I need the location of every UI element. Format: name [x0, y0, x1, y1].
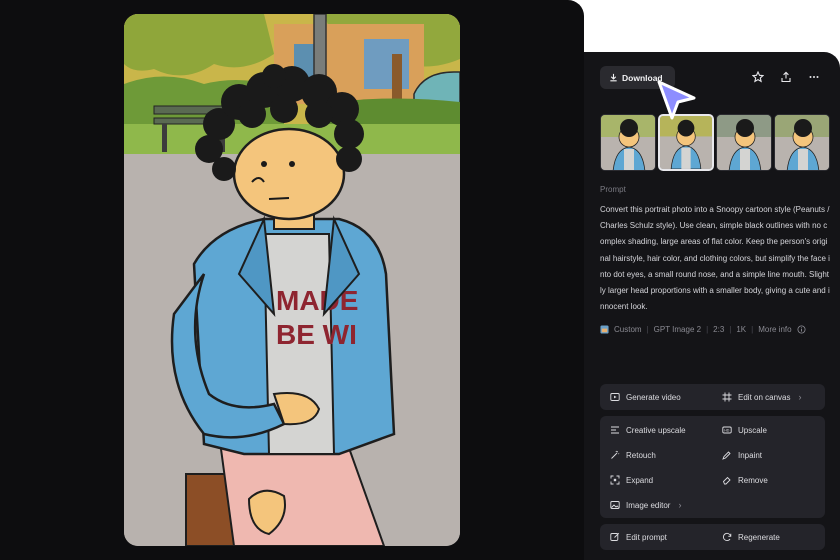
- details-panel: Download Prompt Convert this portrait ph…: [584, 52, 840, 560]
- custom-style-icon: [600, 325, 609, 334]
- generate-video-button[interactable]: Generate video: [610, 392, 681, 402]
- download-icon: [610, 73, 617, 82]
- image-editor-button[interactable]: Image editor ›: [610, 500, 681, 510]
- shirt-text-2: BE WI: [276, 319, 357, 350]
- image-viewer-panel: MADE BE WI: [0, 0, 584, 560]
- thumbnail-strip: [600, 114, 830, 171]
- edit-prompt-icon: [610, 532, 620, 541]
- thumbnail[interactable]: [716, 114, 772, 171]
- star-icon[interactable]: [750, 69, 766, 85]
- share-icon[interactable]: [778, 69, 794, 85]
- info-icon[interactable]: [797, 325, 806, 334]
- edit-tools-group: Creative upscale HD Upscale Retouch Inpa…: [600, 416, 825, 518]
- remove-button[interactable]: Remove: [722, 475, 768, 485]
- creative-upscale-button[interactable]: Creative upscale: [610, 425, 686, 435]
- meta-model: GPT Image 2: [653, 325, 702, 334]
- chevron-right-icon: ›: [798, 392, 802, 402]
- meta-resolution: 1K: [736, 325, 747, 334]
- thumbnail[interactable]: [600, 114, 656, 171]
- expand-button[interactable]: Expand: [610, 475, 653, 485]
- retouch-icon: [611, 450, 620, 459]
- svg-text:HD: HD: [724, 429, 730, 433]
- generation-meta: Custom | GPT Image 2 | 2:3 | 1K | More i…: [600, 325, 806, 334]
- cartoon-illustration: MADE BE WI: [124, 14, 460, 546]
- prompt-actions-group: Edit prompt Regenerate: [600, 524, 825, 550]
- expand-icon: [610, 475, 620, 485]
- creative-upscale-icon: [611, 426, 619, 434]
- more-info-link[interactable]: More info: [758, 325, 791, 334]
- eraser-icon: [722, 476, 731, 485]
- thumbnail[interactable]: [774, 114, 830, 171]
- inpaint-icon: [722, 451, 731, 460]
- upscale-icon: HD: [722, 426, 732, 434]
- retouch-button[interactable]: Retouch: [610, 450, 656, 460]
- edit-on-canvas-button[interactable]: Edit on canvas ›: [722, 392, 801, 402]
- more-icon[interactable]: [806, 69, 822, 85]
- upscale-button[interactable]: HD Upscale: [722, 425, 767, 435]
- video-icon: [610, 393, 620, 401]
- toolbar: Download: [584, 52, 840, 104]
- meta-style: Custom: [614, 325, 642, 334]
- generated-image[interactable]: MADE BE WI: [124, 14, 460, 546]
- chevron-right-icon: ›: [678, 500, 682, 510]
- prompt-label: Prompt: [600, 185, 626, 194]
- edit-prompt-button[interactable]: Edit prompt: [610, 532, 667, 542]
- prompt-text: Convert this portrait photo into a Snoop…: [600, 205, 830, 312]
- mouse-cursor-icon: [657, 80, 696, 120]
- video-canvas-group: Generate video Edit on canvas ›: [600, 384, 825, 410]
- image-editor-icon: [610, 501, 620, 509]
- meta-ratio: 2:3: [713, 325, 725, 334]
- regenerate-icon: [722, 532, 732, 541]
- canvas-icon: [722, 392, 732, 402]
- regenerate-button[interactable]: Regenerate: [722, 532, 780, 542]
- inpaint-button[interactable]: Inpaint: [722, 450, 762, 460]
